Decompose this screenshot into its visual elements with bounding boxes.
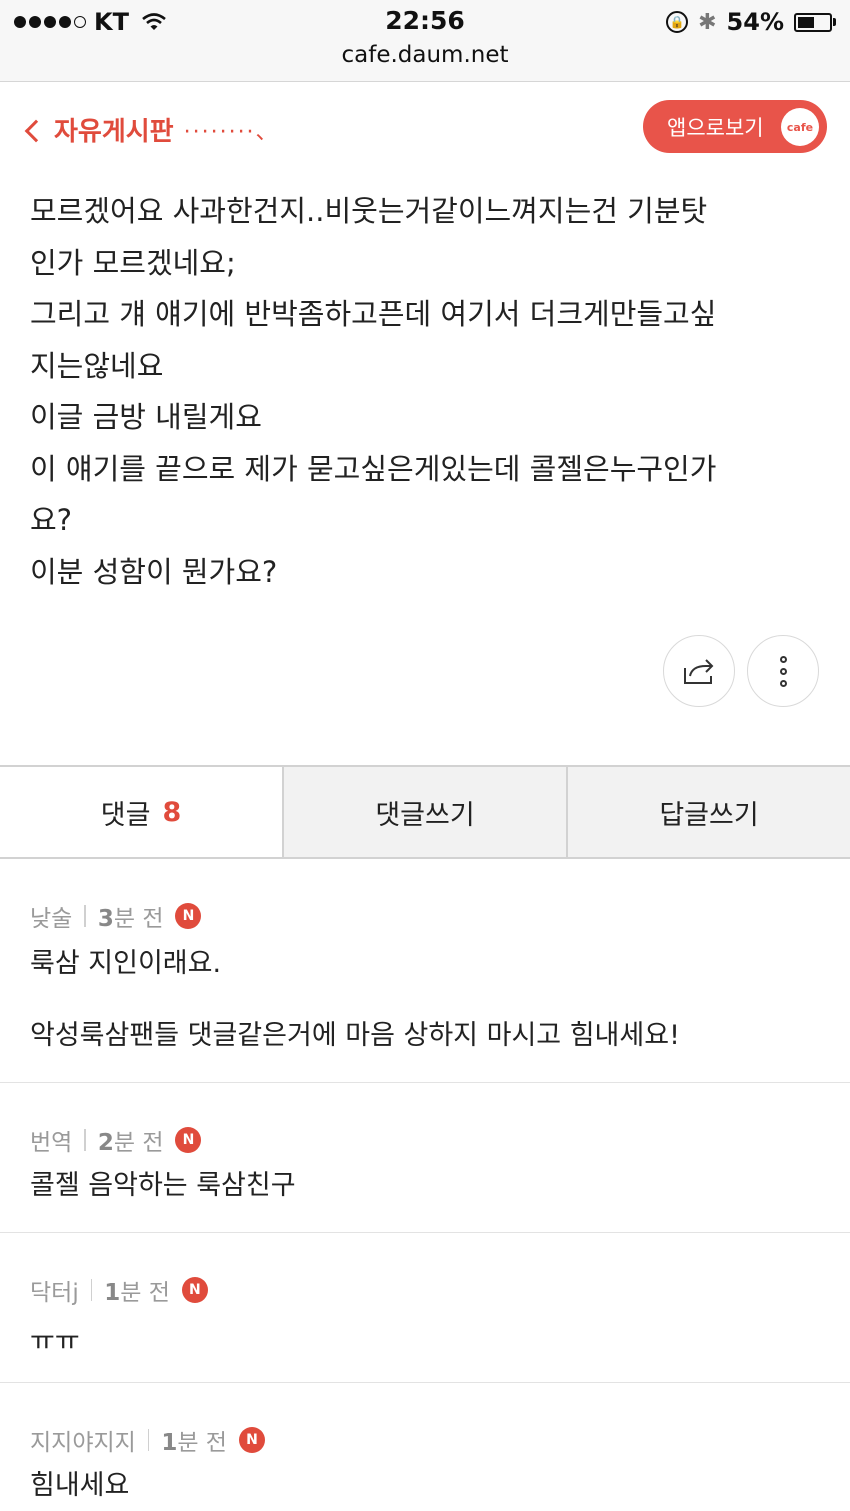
new-badge: N bbox=[238, 1427, 265, 1453]
comment-meta: 지지야지지 1분 전 N bbox=[30, 1423, 265, 1457]
comment-item: 번역 2분 전 N 콜젤 음악하는 룩삼친구 bbox=[0, 1083, 850, 1233]
post-line: 이분 성함이 뭔가요? bbox=[30, 554, 278, 589]
comment-count: 8 bbox=[162, 796, 182, 828]
post-line: 이 얘기를 끝으로 제가 묻고싶은게있는데 콜젤은누구인가 bbox=[30, 451, 717, 486]
comment-meta: 닥터j 1분 전 N bbox=[30, 1273, 208, 1307]
comment-item: 지지야지지 1분 전 N 힘내세요 bbox=[0, 1383, 850, 1511]
battery-icon bbox=[794, 12, 836, 32]
comment-text: 콜젤 음악하는 룩삼친구 bbox=[30, 1170, 296, 1201]
comment-time: 1분 전 bbox=[104, 1280, 170, 1306]
comment-text: 룩삼 지인이래요. bbox=[30, 948, 222, 979]
battery-percent: 54% bbox=[726, 8, 784, 36]
tab-comments-label: 댓글 bbox=[100, 799, 151, 831]
comment-tabs: 댓글 8 댓글쓰기 답글쓰기 bbox=[0, 765, 850, 859]
comment-time: 3분 전 bbox=[97, 906, 164, 932]
cafe-logo-icon: cafe bbox=[781, 108, 819, 146]
comment-author[interactable]: 닥터j bbox=[30, 1273, 79, 1307]
post-line: 인가 모르겠네요; bbox=[30, 245, 236, 280]
comment-text: ㅠㅠ bbox=[30, 1326, 80, 1357]
comment-item: 닥터j 1분 전 N ㅠㅠ bbox=[0, 1233, 850, 1383]
board-name: 자유게시판 bbox=[54, 117, 174, 147]
more-options-button[interactable] bbox=[747, 635, 819, 707]
new-badge: N bbox=[175, 903, 202, 929]
rotation-lock-icon: 🔒 bbox=[666, 11, 689, 33]
post-body: 모르겠어요 사과한건지..비웃는거같이느껴지는건 기분탓 인가 모르겠네요; 그… bbox=[30, 186, 820, 598]
comment-time: 2분 전 bbox=[97, 1130, 164, 1156]
post-line: 이글 금방 내릴게요 bbox=[30, 400, 262, 434]
comment-text: 힘내세요 bbox=[30, 1470, 130, 1501]
tab-comments[interactable]: 댓글 8 bbox=[0, 767, 282, 857]
comment-author[interactable]: 낮술 bbox=[30, 899, 72, 933]
status-right: 🔒 ✱ 54% bbox=[666, 8, 836, 36]
board-trail: ········、 bbox=[183, 119, 280, 145]
write-comment-label: 댓글쓰기 bbox=[375, 799, 475, 831]
post-line: 지는않네요 bbox=[30, 348, 164, 383]
comment-author[interactable]: 번역 bbox=[30, 1123, 72, 1157]
share-button[interactable] bbox=[663, 635, 735, 707]
new-badge: N bbox=[175, 1127, 202, 1153]
open-in-app-button[interactable]: 앱으로보기 cafe bbox=[643, 100, 827, 153]
comment-meta: 번역 2분 전 N bbox=[30, 1123, 202, 1157]
url-bar[interactable]: cafe.daum.net bbox=[0, 42, 850, 68]
share-icon bbox=[684, 659, 714, 684]
post-line: 요? bbox=[30, 503, 73, 537]
comment-text: 악성룩삼팬들 댓글같은거에 마음 상하지 마시고 힘내세요! bbox=[30, 1020, 680, 1051]
bluetooth-icon: ✱ bbox=[698, 9, 717, 35]
open-in-app-label: 앱으로보기 bbox=[667, 115, 764, 140]
write-reply-label: 답글쓰기 bbox=[659, 799, 759, 831]
new-badge: N bbox=[181, 1277, 208, 1303]
status-bar: KT 22:56 cafe.daum.net 🔒 ✱ 54% bbox=[0, 0, 850, 82]
comment-time: 1분 전 bbox=[161, 1430, 227, 1456]
board-header: 자유게시판 ········、 앱으로보기 cafe bbox=[0, 83, 850, 173]
more-vertical-icon bbox=[779, 655, 787, 687]
post-line: 그리고 걔 얘기에 반박좀하고픈데 여기서 더크게만들고싶 bbox=[30, 297, 717, 331]
write-comment-button[interactable]: 댓글쓰기 bbox=[282, 767, 566, 857]
comment-author[interactable]: 지지야지지 bbox=[30, 1423, 136, 1457]
back-to-board-link[interactable]: 자유게시판 ········、 bbox=[24, 111, 280, 148]
comment-item: 낮술 3분 전 N 룩삼 지인이래요. 악성룩삼팬들 댓글같은거에 마음 상하지… bbox=[0, 861, 850, 1083]
chevron-left-icon bbox=[24, 119, 48, 142]
write-reply-button[interactable]: 답글쓰기 bbox=[566, 767, 850, 857]
comment-meta: 낮술 3분 전 N bbox=[30, 899, 202, 933]
post-line: 모르겠어요 사과한건지..비웃는거같이느껴지는건 기분탓 bbox=[30, 194, 708, 228]
